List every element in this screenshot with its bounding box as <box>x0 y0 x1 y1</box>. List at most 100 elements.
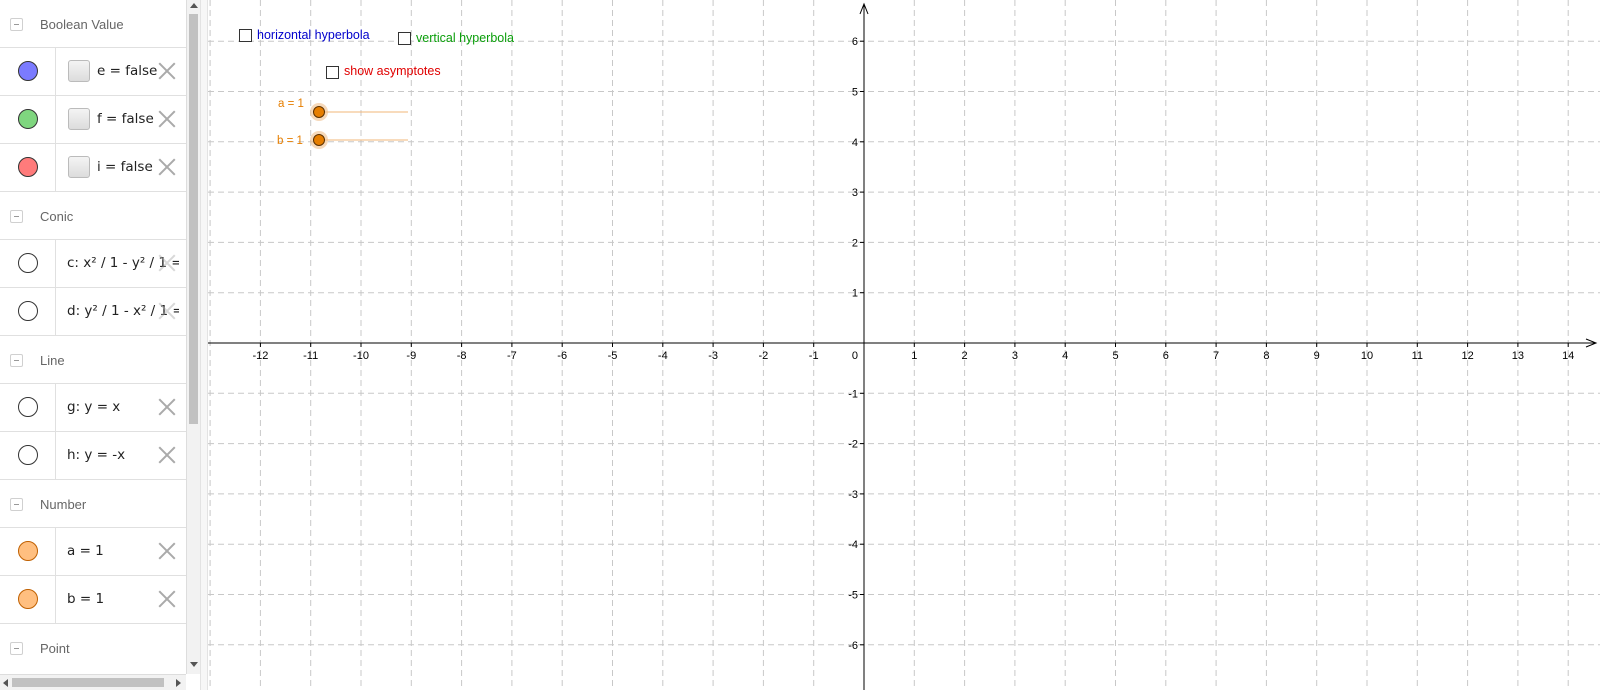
slider-a-label: a = 1 <box>278 98 304 110</box>
origin-label: 0 <box>852 350 858 362</box>
slider-b-label: b = 1 <box>277 135 303 147</box>
boolean-checkbox-e[interactable] <box>68 60 90 82</box>
scroll-right-icon[interactable] <box>176 679 181 687</box>
scroll-down-icon[interactable] <box>190 662 198 667</box>
category-number[interactable]: Number <box>0 480 186 528</box>
visibility-dot-icon[interactable] <box>18 541 38 561</box>
algebra-expression: h: y = -x <box>67 447 126 463</box>
delete-icon[interactable] <box>158 590 176 608</box>
x-tick-label: -3 <box>708 350 718 362</box>
delete-icon[interactable] <box>158 446 176 464</box>
collapse-icon[interactable] <box>10 18 23 31</box>
scrollbar-thumb[interactable] <box>12 678 164 687</box>
y-tick-label: 1 <box>852 288 858 300</box>
delete-icon[interactable] <box>158 302 176 320</box>
boolean-checkbox-i[interactable] <box>68 156 90 178</box>
algebra-expression: f = false <box>97 111 154 127</box>
algebra-expression: g: y = x <box>67 399 121 415</box>
delete-icon[interactable] <box>158 254 176 272</box>
category-label: Number <box>40 497 87 512</box>
algebra-expression: b = 1 <box>67 591 105 607</box>
collapse-icon[interactable] <box>10 498 23 511</box>
algebra-expression: i = false <box>97 159 153 175</box>
algebra-item-i[interactable]: i = false <box>0 144 186 192</box>
x-tick-label: 9 <box>1314 350 1320 362</box>
x-tick-label: 6 <box>1163 350 1169 362</box>
delete-icon[interactable] <box>158 62 176 80</box>
visibility-dot-icon[interactable] <box>18 253 38 273</box>
graphics-view[interactable]: -12 -11 -10 -9 -8 -7 -6 -5 -4 -3 -2 -1 1 2 3 4 5 6 7 8 9 10 11… <box>208 0 1600 690</box>
category-conic[interactable]: Conic <box>0 192 186 240</box>
x-tick-label: 12 <box>1461 350 1473 362</box>
x-tick-label: -1 <box>809 350 819 362</box>
visibility-dot-icon[interactable] <box>18 61 38 81</box>
x-tick-label: 7 <box>1213 350 1219 362</box>
category-label: Point <box>40 641 70 656</box>
checkbox-vertical-hyperbola[interactable] <box>398 32 411 45</box>
x-tick-label: 14 <box>1562 350 1574 362</box>
visibility-dot-icon[interactable] <box>18 589 38 609</box>
horizontal-scrollbar[interactable] <box>0 674 186 690</box>
visibility-dot-icon[interactable] <box>18 397 38 417</box>
checkbox-label-vertical-hyperbola[interactable]: vertical hyperbola <box>416 31 514 45</box>
delete-icon[interactable] <box>158 542 176 560</box>
visibility-dot-icon[interactable] <box>18 157 38 177</box>
coordinate-grid: -12 -11 -10 -9 -8 -7 -6 -5 -4 -3 -2 -1 1 2 3 4 5 6 7 8 9 10 11… <box>208 0 1600 690</box>
algebra-item-b[interactable]: b = 1 <box>0 576 186 624</box>
x-tick-label: 13 <box>1512 350 1524 362</box>
algebra-item-h[interactable]: h: y = -x <box>0 432 186 480</box>
collapse-icon[interactable] <box>10 642 23 655</box>
y-tick-label: -5 <box>848 590 858 602</box>
visibility-dot-icon[interactable] <box>18 301 38 321</box>
y-tick-label: -3 <box>848 489 858 501</box>
x-tick-label: 5 <box>1112 350 1118 362</box>
x-tick-label: 3 <box>1012 350 1018 362</box>
y-tick-label: -6 <box>848 640 858 652</box>
checkbox-label-show-asymptotes[interactable]: show asymptotes <box>344 64 441 78</box>
delete-icon[interactable] <box>158 398 176 416</box>
algebra-item-d[interactable]: d: y² / 1 - x² / 1 = 1 <box>0 288 186 336</box>
algebra-item-f[interactable]: f = false <box>0 96 186 144</box>
y-tick-label: 2 <box>852 237 858 249</box>
y-tick-label: -2 <box>848 439 858 451</box>
x-tick-label: -11 <box>303 350 318 362</box>
checkbox-label-horizontal-hyperbola[interactable]: horizontal hyperbola <box>257 28 370 42</box>
category-label: Conic <box>40 209 74 224</box>
algebra-item-g[interactable]: g: y = x <box>0 384 186 432</box>
vertical-scrollbar[interactable] <box>186 0 200 674</box>
scrollbar-thumb[interactable] <box>189 14 198 424</box>
x-tick-label: 2 <box>962 350 968 362</box>
checkbox-horizontal-hyperbola[interactable] <box>239 29 252 42</box>
collapse-icon[interactable] <box>10 354 23 367</box>
scroll-left-icon[interactable] <box>3 679 8 687</box>
algebra-view: Boolean Value e = false f = false i = fa… <box>0 0 200 690</box>
x-tick-label: 10 <box>1361 350 1373 362</box>
slider-a-knob[interactable] <box>313 106 325 118</box>
category-line[interactable]: Line <box>0 336 186 384</box>
delete-icon[interactable] <box>158 110 176 128</box>
slider-b-knob[interactable] <box>313 134 325 146</box>
collapse-icon[interactable] <box>10 210 23 223</box>
x-tick-label: 11 <box>1412 350 1423 362</box>
visibility-dot-icon[interactable] <box>18 109 38 129</box>
visibility-dot-icon[interactable] <box>18 445 38 465</box>
y-tick-label: 4 <box>852 137 858 149</box>
x-tick-label: 4 <box>1062 350 1068 362</box>
view-divider[interactable] <box>200 0 208 690</box>
algebra-item-e[interactable]: e = false <box>0 48 186 96</box>
x-tick-label: -5 <box>608 350 618 362</box>
algebra-item-a[interactable]: a = 1 <box>0 528 186 576</box>
category-boolean-value[interactable]: Boolean Value <box>0 0 186 48</box>
category-point[interactable]: Point <box>0 624 186 672</box>
scroll-up-icon[interactable] <box>190 3 198 8</box>
y-tick-label: 5 <box>852 87 858 99</box>
x-tick-label: -7 <box>507 350 517 362</box>
checkbox-show-asymptotes[interactable] <box>326 66 339 79</box>
y-tick-label: -4 <box>848 539 858 551</box>
y-tick-label: -1 <box>848 388 858 400</box>
boolean-checkbox-f[interactable] <box>68 108 90 130</box>
x-tick-label: -4 <box>658 350 668 362</box>
x-tick-label: 1 <box>911 350 917 362</box>
delete-icon[interactable] <box>158 158 176 176</box>
algebra-item-c[interactable]: c: x² / 1 - y² / 1 = 1 <box>0 240 186 288</box>
